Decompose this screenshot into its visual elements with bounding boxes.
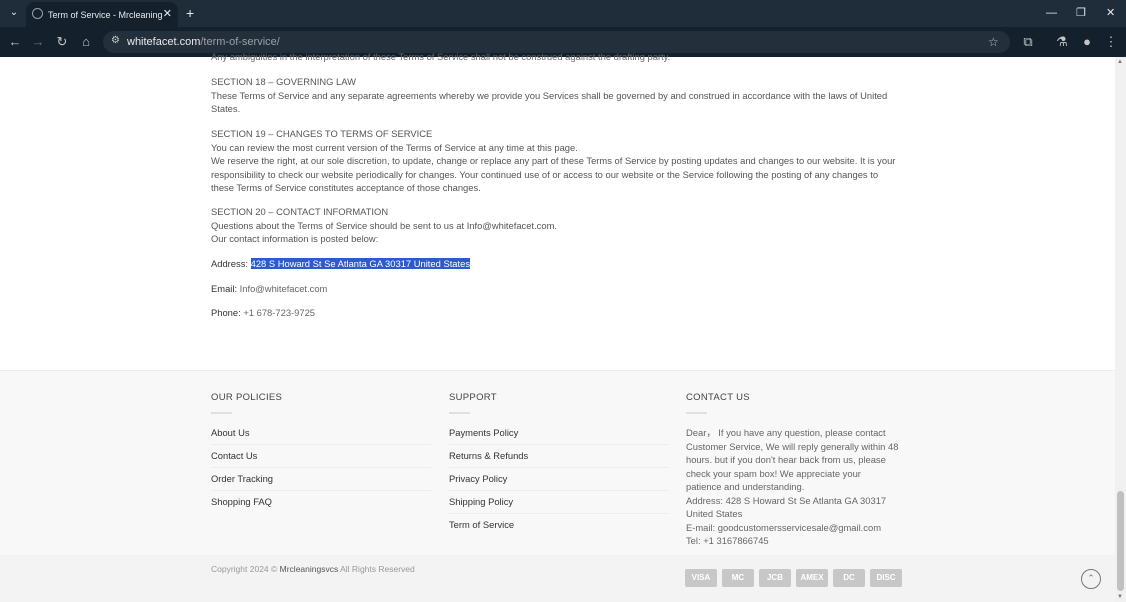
- section-body: You can review the most current version …: [211, 141, 578, 153]
- contact-line: check your spam box! We appreciate your: [686, 467, 861, 479]
- footer-link-about-us[interactable]: About Us: [211, 426, 431, 445]
- close-window-icon[interactable]: ✕: [1106, 6, 1115, 20]
- copyright-brand: Mrcleaningsvcs: [279, 564, 339, 574]
- section-title: SECTION 18 – GOVERNING LAW: [211, 76, 356, 87]
- copyright-prefix: Copyright 2024 ©: [211, 564, 280, 574]
- address-value-selected[interactable]: 428 S Howard St Se Atlanta GA 30317 Unit…: [250, 258, 471, 269]
- contact-line: Address: 428 S Howard St Se Atlanta GA 3…: [686, 494, 887, 506]
- scroll-thumb[interactable]: [1117, 491, 1124, 591]
- footer-link-returns-refunds[interactable]: Returns & Refunds: [449, 449, 669, 468]
- support-links: Payments Policy Returns & Refunds Privac…: [449, 426, 669, 536]
- section-title: SECTION 20 – CONTACT INFORMATION: [211, 206, 389, 217]
- support-heading: SUPPORT: [449, 392, 497, 403]
- footer-link-shipping-policy[interactable]: Shipping Policy: [449, 495, 669, 514]
- forward-icon[interactable]: →: [30, 34, 46, 50]
- policies-heading: OUR POLICIES: [211, 392, 283, 403]
- footer-link-term-of-service[interactable]: Term of Service: [449, 518, 669, 536]
- footer-link-payments-policy[interactable]: Payments Policy: [449, 426, 669, 445]
- copyright-suffix: All Rights Reserved: [338, 564, 415, 574]
- clipped-paragraph: Any ambiguities in the interpretation of…: [211, 51, 671, 62]
- footer-bottom-bar: Copyright 2024 © Mrcleaningsvcs All Righ…: [0, 555, 1115, 602]
- heading-divider: [449, 412, 470, 414]
- section-19: SECTION 19 – CHANGES TO TERMS OF SERVICE…: [211, 127, 901, 195]
- phone-value[interactable]: +1 678-723-9725: [243, 307, 315, 318]
- section-body: Questions about the Terms of Service sho…: [211, 219, 557, 231]
- contact-line: E-mail: goodcustomersservicesale@gmail.c…: [686, 521, 881, 533]
- minimize-icon[interactable]: —: [1046, 6, 1057, 20]
- contact-line: Dear， If you have any question, please c…: [686, 427, 886, 438]
- back-to-top-icon[interactable]: ⌃: [1081, 569, 1101, 589]
- section-body: We reserve the right, at our sole discre…: [211, 155, 896, 194]
- footer-link-contact-us[interactable]: Contact Us: [211, 449, 431, 468]
- extensions-icon[interactable]: ⧉: [1020, 34, 1036, 50]
- site-footer: OUR POLICIES About Us Contact Us Order T…: [0, 370, 1115, 555]
- browser-tab-bar: ⌄ Term of Service - Mrcleaningsvcs ✕ + —…: [0, 0, 1126, 27]
- email-label: Email:: [211, 283, 238, 294]
- contact-line: patience and understanding.: [686, 481, 805, 492]
- browser-tab[interactable]: Term of Service - Mrcleaningsvcs ✕: [26, 2, 178, 27]
- mastercard-icon: MC: [722, 569, 754, 587]
- contact-heading: CONTACT US: [686, 392, 750, 403]
- section-body: These Terms of Service and any separate …: [211, 89, 888, 115]
- footer-link-shopping-faq[interactable]: Shopping FAQ: [211, 495, 431, 513]
- address-row: Address: 428 S Howard St Se Atlanta GA 3…: [211, 257, 901, 271]
- copyright: Copyright 2024 © Mrcleaningsvcs All Righ…: [211, 563, 415, 575]
- bookmark-star-icon[interactable]: ☆: [988, 35, 999, 49]
- address-label: Address:: [211, 258, 248, 269]
- discover-icon: DISC: [870, 569, 902, 587]
- amex-icon: AMEX: [796, 569, 828, 587]
- site-settings-icon[interactable]: ⚙: [111, 35, 123, 48]
- scroll-down-icon[interactable]: ▼: [1117, 594, 1123, 600]
- section-18: SECTION 18 – GOVERNING LAW These Terms o…: [211, 75, 901, 116]
- contact-line: Customer Service, We will reply generall…: [686, 440, 899, 452]
- tab-close-icon[interactable]: ✕: [163, 7, 172, 21]
- labs-icon[interactable]: ⚗: [1054, 34, 1070, 50]
- section-title: SECTION 19 – CHANGES TO TERMS OF SERVICE: [211, 128, 433, 139]
- footer-contact: CONTACT US Dear， If you have any questio…: [686, 391, 906, 548]
- email-value[interactable]: Info@whitefacet.com: [240, 283, 328, 294]
- email-row: Email: Info@whitefacet.com: [211, 282, 901, 296]
- url-text[interactable]: whitefacet.com/term-of-service/: [127, 35, 280, 49]
- phone-label: Phone:: [211, 307, 241, 318]
- favicon-icon: [32, 8, 43, 19]
- policies-links: About Us Contact Us Order Tracking Shopp…: [211, 426, 431, 513]
- page-scrollbar[interactable]: ▲ ▼: [1115, 57, 1126, 602]
- heading-divider: [211, 412, 232, 414]
- contact-line: hours. but if you don't hear back from u…: [686, 454, 886, 465]
- restore-icon[interactable]: ❐: [1076, 6, 1086, 20]
- home-icon[interactable]: ⌂: [78, 34, 94, 50]
- profile-icon[interactable]: ●: [1079, 34, 1095, 50]
- footer-link-order-tracking[interactable]: Order Tracking: [211, 472, 431, 491]
- footer-policies: OUR POLICIES About Us Contact Us Order T…: [211, 391, 431, 517]
- tab-search-icon[interactable]: ⌄: [6, 5, 22, 21]
- visa-icon: VISA: [685, 569, 717, 587]
- menu-icon[interactable]: ⋮: [1103, 34, 1119, 50]
- diners-club-icon: DC: [833, 569, 865, 587]
- new-tab-icon[interactable]: +: [186, 5, 194, 21]
- reload-icon[interactable]: ↻: [54, 34, 70, 50]
- heading-divider: [686, 412, 707, 414]
- tab-title: Term of Service - Mrcleaningsvcs: [48, 10, 163, 20]
- contact-line: United States: [686, 508, 743, 519]
- contact-line: Tel: +1 3167866745: [686, 535, 769, 546]
- back-icon[interactable]: ←: [7, 34, 23, 50]
- footer-link-privacy-policy[interactable]: Privacy Policy: [449, 472, 669, 491]
- url-host: whitefacet.com: [127, 36, 201, 48]
- url-path: /term-of-service/: [200, 36, 280, 48]
- section-body: Our contact information is posted below:: [211, 233, 379, 245]
- section-20: SECTION 20 – CONTACT INFORMATION Questio…: [211, 205, 901, 246]
- footer-support: SUPPORT Payments Policy Returns & Refund…: [449, 391, 669, 540]
- jcb-icon: JCB: [759, 569, 791, 587]
- contact-text: Dear， If you have any question, please c…: [686, 426, 904, 548]
- phone-row: Phone: +1 678-723-9725: [211, 306, 901, 320]
- scroll-up-icon[interactable]: ▲: [1117, 59, 1123, 65]
